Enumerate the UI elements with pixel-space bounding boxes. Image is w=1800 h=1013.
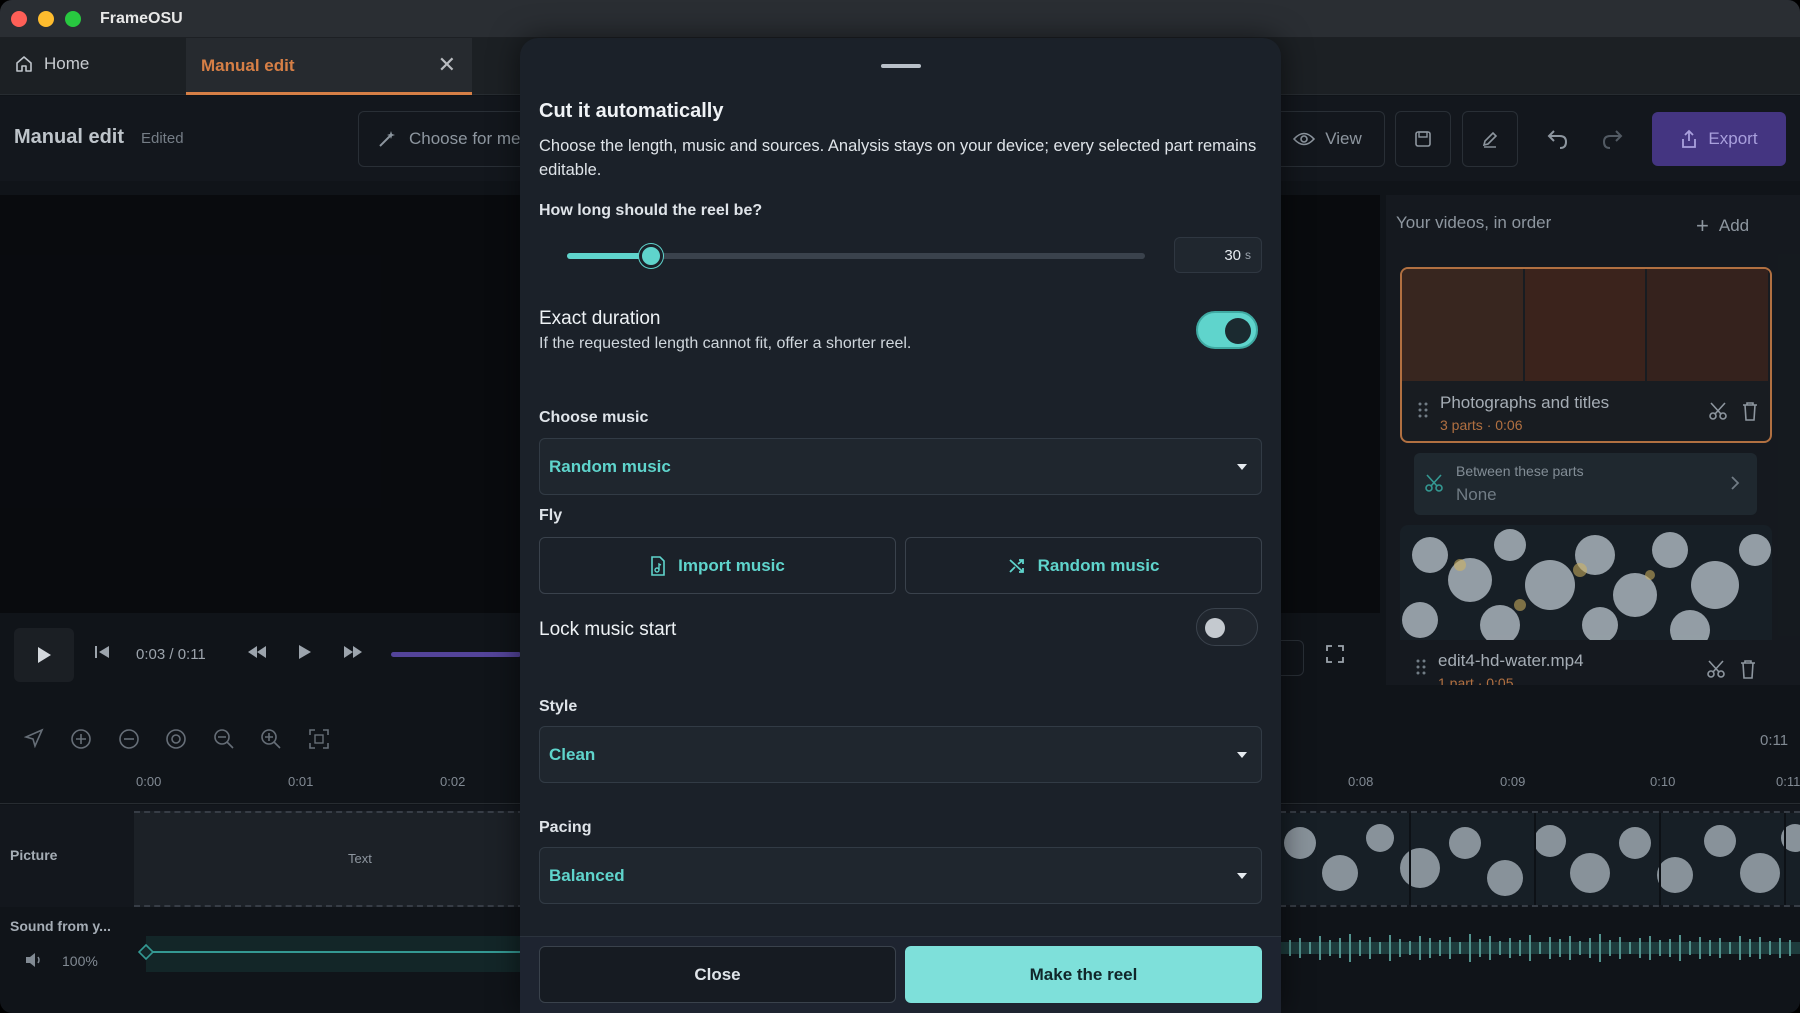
chevron-down-icon (1237, 752, 1247, 758)
toggle-knob (1205, 618, 1225, 638)
maximize-window-button[interactable] (65, 11, 81, 27)
auto-cut-dialog: Cut it automatically Choose the length, … (520, 38, 1281, 1013)
length-label: How long should the reel be? (539, 202, 763, 219)
length-slider-knob[interactable] (638, 244, 663, 268)
import-music-label: Import music (678, 555, 785, 575)
length-unit: s (1245, 248, 1251, 262)
make-reel-button[interactable]: Make the reel (905, 946, 1262, 1003)
music-select[interactable]: Random music (539, 438, 1262, 495)
pacing-label: Pacing (539, 819, 592, 836)
import-music-button[interactable]: Import music (539, 537, 896, 594)
music-label: Choose music (539, 409, 649, 426)
exact-duration-subtitle: If the requested length cannot fit, offe… (539, 335, 912, 352)
length-input[interactable]: 30 s (1174, 237, 1262, 273)
shuffle-icon (1008, 558, 1024, 573)
dialog-description: Choose the length, music and sources. An… (539, 137, 1257, 179)
lock-music-title: Lock music start (539, 619, 677, 640)
lock-music-toggle[interactable] (1196, 608, 1258, 646)
random-music-button[interactable]: Random music (905, 537, 1262, 594)
pacing-select[interactable]: Balanced (539, 847, 1262, 904)
random-music-label: Random music (1037, 555, 1160, 575)
exact-duration-title: Exact duration (539, 308, 661, 329)
file-music-icon (651, 555, 665, 576)
title-bar: FrameOSU (0, 0, 1800, 38)
chevron-down-icon (1237, 464, 1247, 470)
chevron-down-icon (1237, 873, 1247, 879)
exact-duration-toggle[interactable] (1196, 311, 1258, 349)
dialog-title: Cut it automatically (539, 100, 724, 122)
pacing-select-value: Balanced (549, 866, 625, 885)
close-window-button[interactable] (11, 11, 27, 27)
app-window: FrameOSU Home Manual edit ✕ Manual edit … (0, 0, 1800, 1013)
toggle-knob (1225, 318, 1251, 344)
fly-label: Fly (539, 507, 563, 524)
drag-grabber[interactable] (881, 64, 921, 68)
minimize-window-button[interactable] (38, 11, 54, 27)
app-title: FrameOSU (100, 10, 183, 27)
style-select-value: Clean (549, 745, 596, 764)
style-select[interactable]: Clean (539, 726, 1262, 783)
length-slider[interactable] (567, 244, 1145, 268)
style-label: Style (539, 698, 578, 715)
footer-divider (520, 936, 1281, 937)
music-select-value: Random music (549, 457, 671, 476)
length-value: 30 (1224, 246, 1241, 264)
close-button[interactable]: Close (539, 946, 896, 1003)
